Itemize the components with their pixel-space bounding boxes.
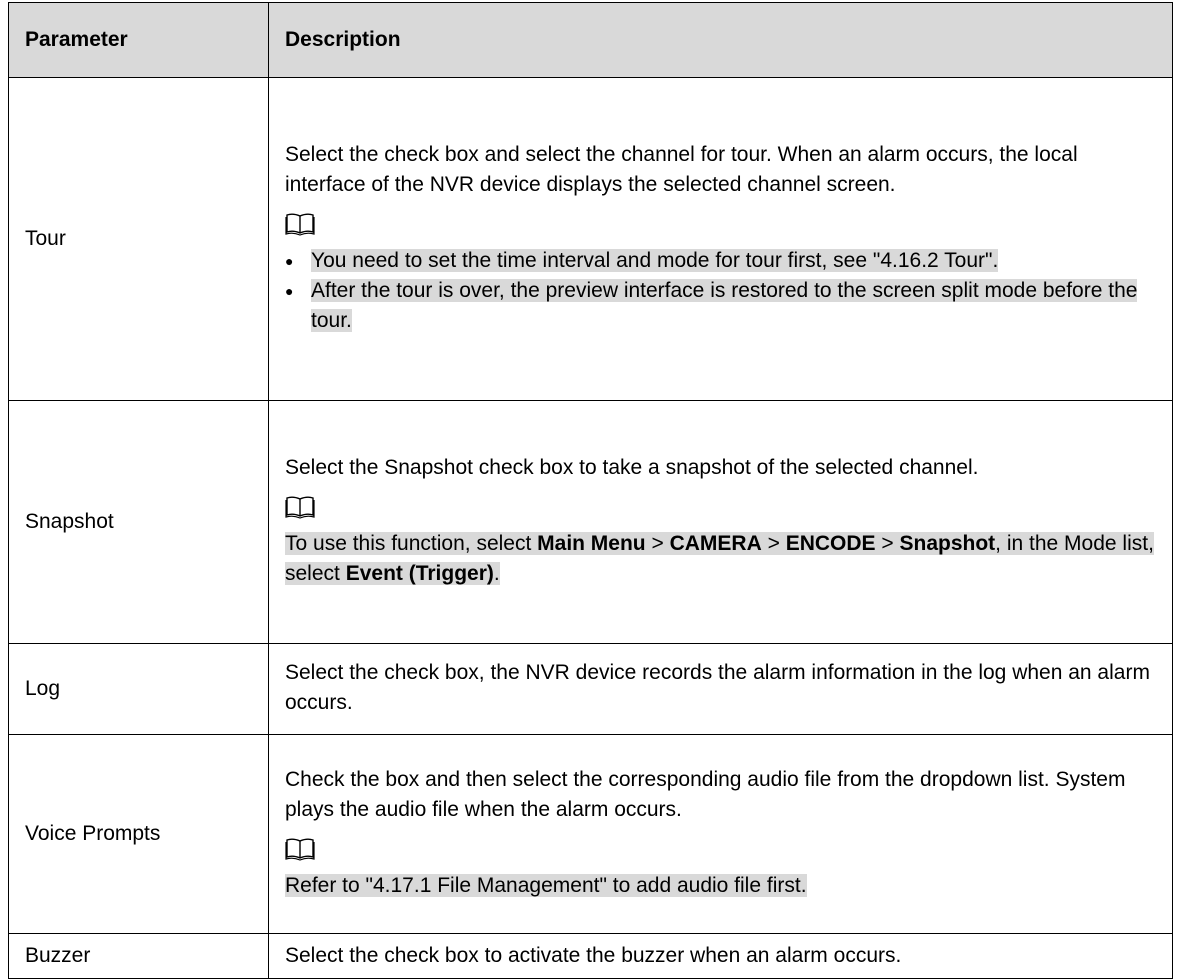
param-name-log: Log xyxy=(8,643,269,735)
param-name-voice-prompts: Voice Prompts xyxy=(8,734,269,934)
table-row-buzzer: Buzzer Select the check box to activate … xyxy=(8,933,1173,979)
option-event-trigger: Event (Trigger) xyxy=(345,562,494,585)
table-row-voice-prompts: Voice Prompts Check the box and then sel… xyxy=(8,734,1173,934)
note-separator: > xyxy=(875,532,900,555)
table-row-log: Log Select the check box, the NVR device… xyxy=(8,643,1173,735)
param-name-buzzer: Buzzer xyxy=(8,933,269,979)
list-item: After the tour is over, the preview inte… xyxy=(285,276,1158,336)
snapshot-description: Select the Snapshot check box to take a … xyxy=(285,456,979,479)
note-text: . xyxy=(493,562,500,585)
table-header-row: Parameter Description xyxy=(8,2,1173,78)
snapshot-note: To use this function, select Main Menu >… xyxy=(285,529,1158,589)
param-desc-voice-prompts: Check the box and then select the corres… xyxy=(268,734,1173,934)
book-icon xyxy=(285,496,315,519)
header-description: Description xyxy=(268,2,1173,78)
tour-note-1: You need to set the time interval and mo… xyxy=(311,249,999,272)
param-desc-snapshot: Select the Snapshot check box to take a … xyxy=(268,400,1173,644)
param-desc-buzzer: Select the check box to activate the buz… xyxy=(268,933,1173,979)
param-desc-log: Select the check box, the NVR device rec… xyxy=(268,643,1173,735)
tour-note-list: You need to set the time interval and mo… xyxy=(285,246,1158,336)
voice-note: Refer to "4.17.1 File Management" to add… xyxy=(285,871,1158,901)
header-parameter: Parameter xyxy=(8,2,269,78)
menu-main-menu: Main Menu xyxy=(537,532,646,555)
menu-snapshot: Snapshot xyxy=(899,532,996,555)
menu-camera: CAMERA xyxy=(669,532,762,555)
param-desc-tour: Select the check box and select the chan… xyxy=(268,77,1173,401)
table-row-snapshot: Snapshot Select the Snapshot check box t… xyxy=(8,400,1173,644)
parameter-table: Parameter Description Tour Select the ch… xyxy=(8,2,1173,979)
list-item: You need to set the time interval and mo… xyxy=(285,246,1158,276)
voice-note-text: Refer to "4.17.1 File Management" to add… xyxy=(285,874,807,897)
tour-note-2: After the tour is over, the preview inte… xyxy=(311,279,1138,332)
book-icon xyxy=(285,838,315,861)
menu-encode: ENCODE xyxy=(785,532,876,555)
voice-description: Check the box and then select the corres… xyxy=(285,768,1126,821)
param-name-tour: Tour xyxy=(8,77,269,401)
tour-description: Select the check box and select the chan… xyxy=(285,143,1078,196)
note-separator: > xyxy=(645,532,670,555)
note-text: To use this function, select xyxy=(285,532,538,555)
table-row-tour: Tour Select the check box and select the… xyxy=(8,77,1173,401)
book-icon xyxy=(285,213,315,236)
note-separator: > xyxy=(761,532,786,555)
param-name-snapshot: Snapshot xyxy=(8,400,269,644)
